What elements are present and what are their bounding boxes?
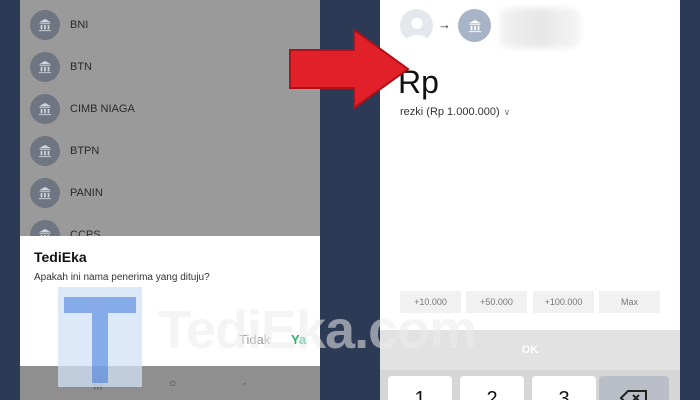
chevron-down-icon: ∨: [503, 107, 511, 117]
bank-name: CIMB NIAGA: [70, 103, 135, 115]
bank-icon: [30, 136, 60, 166]
bank-item-btn[interactable]: BTN: [30, 47, 310, 87]
key-1[interactable]: 1: [388, 376, 452, 400]
key-2[interactable]: 2: [460, 376, 524, 400]
source-account-selector[interactable]: rezki (Rp 1.000.000) ∨: [400, 106, 510, 118]
watermark-text: TediEka.com: [158, 300, 477, 360]
bank-icon: [30, 52, 60, 82]
key-3[interactable]: 3: [532, 376, 596, 400]
bank-icon: [468, 19, 481, 32]
quick-amount-100000[interactable]: +100.000: [533, 291, 594, 313]
source-account-label: rezki (Rp 1.000.000): [400, 106, 500, 118]
dialog-message: Apakah ini nama penerima yang dituju?: [34, 272, 210, 283]
backspace-key[interactable]: [599, 376, 669, 400]
bank-item-cimb-niaga[interactable]: CIMB NIAGA: [30, 89, 310, 129]
quick-amount-max[interactable]: Max: [599, 291, 660, 313]
backspace-icon: [619, 390, 647, 400]
numeric-keypad: 1 2 3: [380, 370, 680, 400]
back-icon[interactable]: ·: [243, 376, 247, 390]
recipient-bank-avatar: [458, 9, 491, 42]
bank-name: BNI: [70, 19, 89, 31]
arrow-right-icon: →: [438, 17, 451, 32]
bank-item-panin[interactable]: PANIN: [30, 173, 310, 213]
bank-icon: [30, 178, 60, 208]
bank-name: BTN: [70, 61, 92, 73]
bank-name: PANIN: [70, 187, 103, 199]
bank-icon: [30, 10, 60, 40]
red-arrow-icon: [289, 28, 410, 110]
bank-icon: [30, 94, 60, 124]
home-icon[interactable]: ○: [169, 376, 176, 390]
bank-item-bni[interactable]: BNI: [30, 5, 310, 45]
dialog-title: TediEka: [34, 249, 87, 265]
bank-item-btpn[interactable]: BTPN: [30, 131, 310, 171]
blurred-recipient-name: [500, 8, 580, 48]
bank-name: BTPN: [70, 145, 100, 157]
watermark-logo-icon: [58, 287, 142, 387]
